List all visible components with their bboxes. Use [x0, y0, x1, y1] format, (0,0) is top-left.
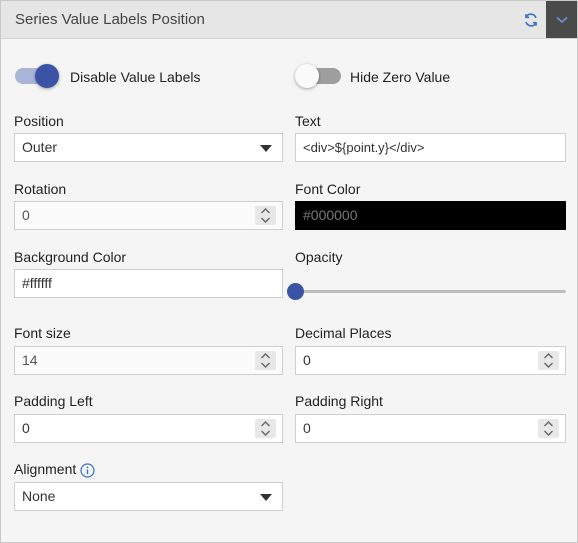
alignment-select-value: None	[22, 488, 56, 504]
decimal-places-input[interactable]: 0	[295, 346, 566, 375]
text-input[interactable]: <div>${point.y}</div>	[295, 133, 566, 162]
alignment-label: Alignment	[14, 461, 77, 477]
font-size-stepper[interactable]	[255, 351, 276, 370]
background-color-input-value: #ffffff	[22, 275, 52, 291]
opacity-slider-track[interactable]	[295, 290, 566, 293]
position-select-value: Outer	[22, 139, 58, 155]
position-label: Position	[14, 113, 64, 129]
padding-right-input[interactable]: 0	[295, 414, 566, 443]
background-color-input[interactable]: #ffffff	[14, 269, 283, 298]
font-size-input-value: 14	[22, 352, 38, 368]
padding-right-input-value: 0	[303, 420, 311, 436]
text-input-value: <div>${point.y}</div>	[303, 140, 425, 155]
text-label: Text	[295, 113, 321, 129]
alignment-select[interactable]: None	[14, 482, 283, 511]
font-color-input[interactable]: #000000	[295, 201, 566, 230]
font-size-input[interactable]: 14	[14, 346, 283, 375]
padding-left-stepper[interactable]	[255, 419, 276, 438]
font-color-label: Font Color	[295, 181, 361, 197]
rotation-input[interactable]: 0	[14, 201, 283, 230]
padding-right-stepper[interactable]	[538, 419, 559, 438]
background-color-label: Background Color	[14, 249, 127, 265]
padding-left-label: Padding Left	[14, 393, 93, 409]
caret-down-icon	[260, 145, 272, 152]
font-size-label: Font size	[14, 325, 71, 341]
padding-left-input-value: 0	[22, 420, 30, 436]
info-icon[interactable]	[80, 463, 95, 478]
refresh-icon[interactable]	[519, 9, 543, 31]
decimal-places-input-value: 0	[303, 352, 311, 368]
panel-title: Series Value Labels Position	[15, 11, 205, 28]
toggle-knob[interactable]	[35, 64, 59, 88]
panel-header: Series Value Labels Position	[1, 1, 577, 39]
padding-left-input[interactable]: 0	[14, 414, 283, 443]
chevron-down-icon	[555, 16, 568, 23]
series-value-labels-panel: Series Value Labels Position Disable Val…	[0, 0, 578, 543]
opacity-slider-thumb[interactable]	[287, 283, 304, 300]
decimal-places-stepper[interactable]	[538, 351, 559, 370]
font-color-input-value: #000000	[303, 207, 358, 223]
opacity-label: Opacity	[295, 249, 343, 265]
toggle-label: Disable Value Labels	[70, 69, 201, 85]
toggle-knob[interactable]	[295, 64, 319, 88]
rotation-stepper[interactable]	[255, 206, 276, 225]
rotation-input-value: 0	[22, 207, 30, 223]
position-select[interactable]: Outer	[14, 133, 283, 162]
decimal-places-label: Decimal Places	[295, 325, 392, 341]
padding-right-label: Padding Right	[295, 393, 383, 409]
caret-down-icon	[260, 494, 272, 501]
rotation-label: Rotation	[14, 181, 67, 197]
collapse-button[interactable]	[546, 1, 577, 38]
toggle-label: Hide Zero Value	[350, 69, 451, 85]
